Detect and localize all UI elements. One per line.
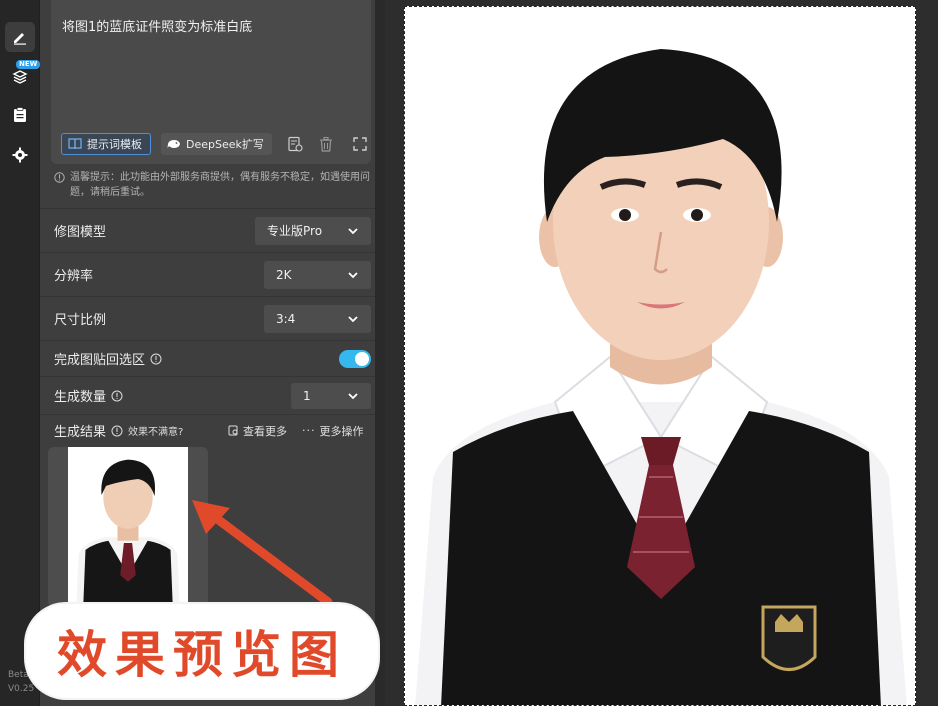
prompt-template-button[interactable]: 提示词模板 <box>61 133 151 155</box>
prompt-text[interactable]: 将图1的蓝底证件照变为标准白底 <box>62 16 252 35</box>
resolution-row: 分辨率 2K <box>40 252 385 296</box>
paste-back-toggle[interactable] <box>339 349 371 368</box>
toggle-knob <box>355 351 369 366</box>
results-label: 生成结果 效果不满意? <box>54 423 184 440</box>
view-more-icon <box>228 425 238 436</box>
caption-bubble: 效果预览图 <box>26 604 378 698</box>
more-actions-button[interactable]: ··· 更多操作 <box>302 423 364 439</box>
history-icon <box>288 136 303 152</box>
ratio-label: 尺寸比例 <box>54 313 107 328</box>
info-icon[interactable] <box>150 353 162 365</box>
ratio-select[interactable]: 3:4 <box>264 304 371 333</box>
layers-icon <box>12 70 28 84</box>
tool-rail: NEW Beta V0.25 <box>0 0 41 706</box>
count-row: 生成数量 1 <box>40 376 385 414</box>
portrait-photo <box>405 7 915 705</box>
canvas-area <box>385 0 938 706</box>
portrait-thumbnail <box>69 447 187 607</box>
model-select[interactable]: 专业版Pro <box>255 216 371 245</box>
book-icon <box>68 138 82 150</box>
resolution-select[interactable]: 2K <box>264 260 371 289</box>
caption-text: 效果预览图 <box>57 625 347 684</box>
paste-back-label: 完成图贴回选区 <box>54 349 162 368</box>
annotation-arrow <box>192 500 333 607</box>
chevron-down-icon <box>348 227 358 234</box>
thumbnail-photo <box>68 447 188 607</box>
edit-icon <box>14 33 26 45</box>
model-label: 修图模型 <box>54 225 107 240</box>
new-badge: NEW <box>16 60 41 69</box>
info-icon <box>111 425 123 436</box>
panel-scrollbar[interactable] <box>375 0 385 706</box>
info-icon[interactable] <box>111 390 123 402</box>
history-button[interactable] <box>286 135 304 153</box>
count-label: 生成数量 <box>54 386 123 405</box>
ratio-row: 尺寸比例 3:4 <box>40 296 385 340</box>
results-header: 生成结果 效果不满意? 查看更多 ··· 更多操作 <box>40 414 385 446</box>
view-more-button[interactable]: 查看更多 <box>228 423 287 439</box>
model-row: 修图模型 专业版Pro <box>40 208 385 252</box>
ellipsis-icon: ··· <box>302 424 316 437</box>
clipboard-tool-button[interactable] <box>5 100 35 130</box>
prompt-input-box[interactable]: 将图1的蓝底证件照变为标准白底 提示词模板 DeepSeek扩写 <box>51 0 371 164</box>
edit-tool-button[interactable] <box>5 22 35 52</box>
count-select[interactable]: 1 <box>291 383 371 409</box>
delete-button[interactable] <box>317 135 335 153</box>
deepseek-expand-button[interactable]: DeepSeek扩写 <box>161 133 272 155</box>
preview-image[interactable] <box>404 6 916 706</box>
expand-icon <box>353 137 367 151</box>
chevron-down-icon <box>348 271 358 278</box>
whale-icon <box>167 140 180 148</box>
paste-back-row: 完成图贴回选区 <box>40 340 385 376</box>
chevron-down-icon <box>348 393 358 400</box>
unsatisfied-link[interactable]: 效果不满意? <box>128 423 183 438</box>
clipboard-icon <box>14 107 26 122</box>
resolution-label: 分辨率 <box>54 269 94 284</box>
gear-icon <box>12 147 28 163</box>
fullscreen-button[interactable] <box>351 135 369 153</box>
info-icon <box>54 172 65 183</box>
chevron-down-icon <box>348 315 358 322</box>
notice-text: 温馨提示：此功能由外部服务商提供，偶有服务不稳定，如遇使用问题，请稍后重试。 <box>54 170 374 200</box>
settings-tool-button[interactable] <box>5 140 35 170</box>
trash-icon <box>320 136 332 152</box>
